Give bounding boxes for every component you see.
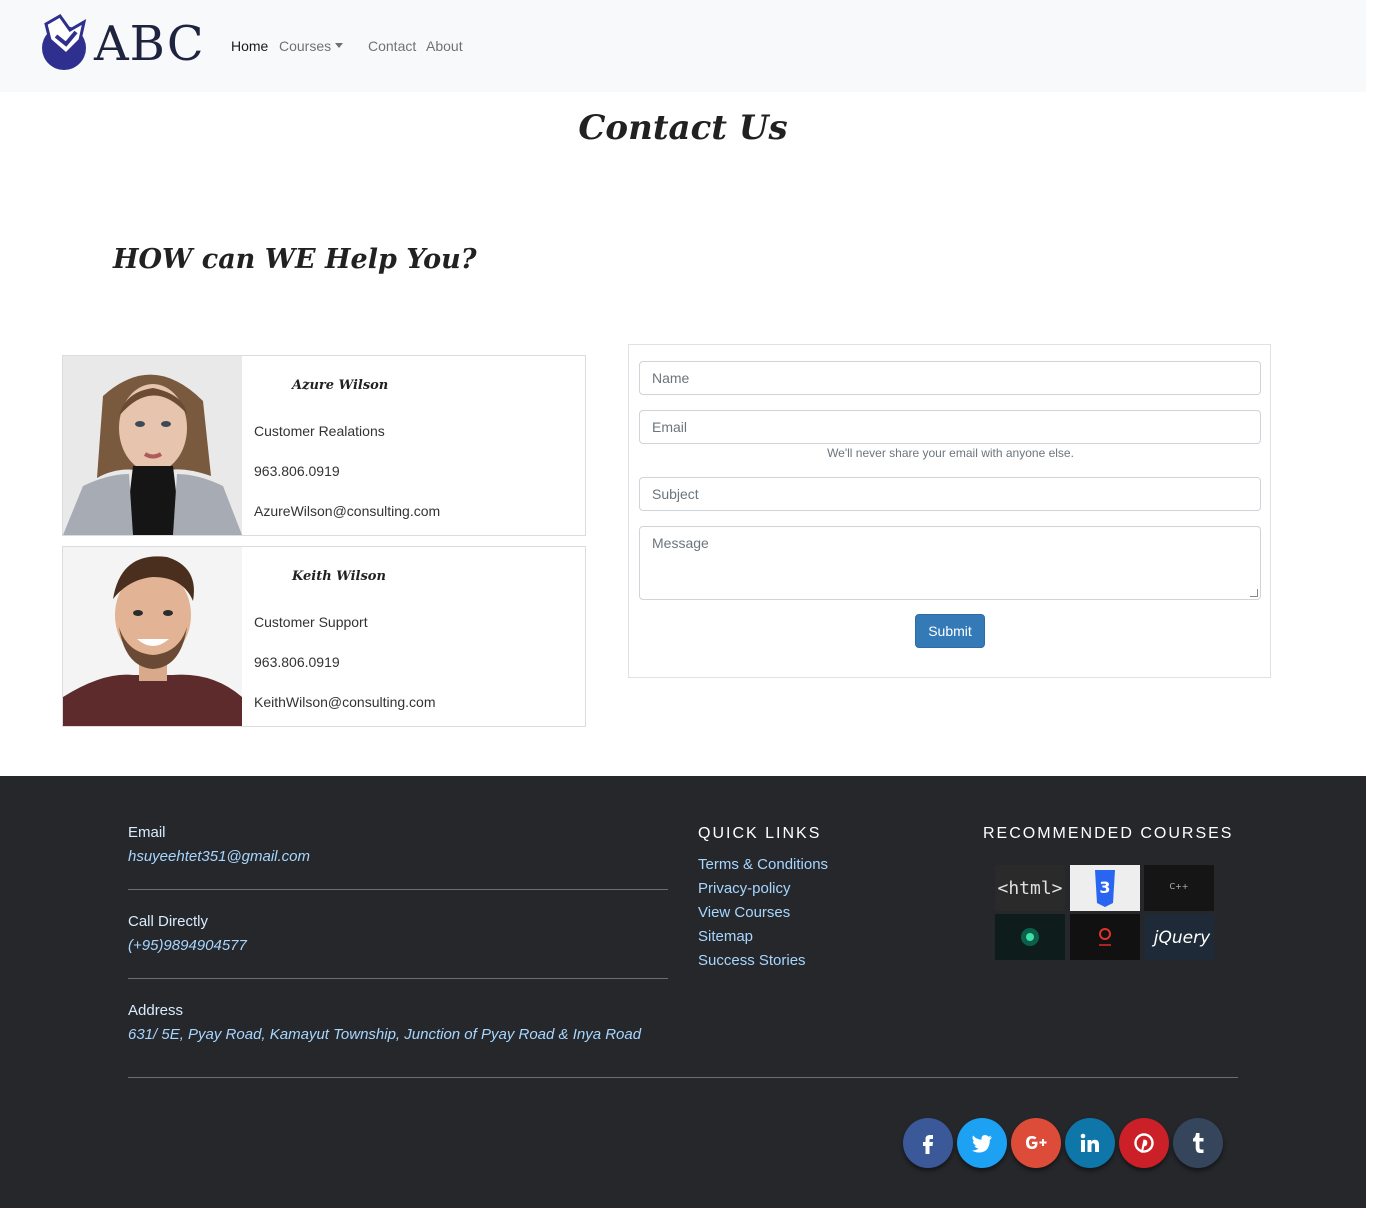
pinterest-icon bbox=[1134, 1133, 1154, 1153]
footer-email-label: Email bbox=[128, 824, 166, 841]
recommended-courses-heading: RECOMMENDED COURSES bbox=[983, 825, 1234, 842]
facebook-button[interactable] bbox=[903, 1118, 953, 1168]
contact-email: AzureWilson@consulting.com bbox=[254, 503, 441, 519]
site-logo[interactable]: ABC bbox=[40, 14, 204, 72]
google-plus-button[interactable] bbox=[1011, 1118, 1061, 1168]
quick-link-terms[interactable]: Terms & Conditions bbox=[698, 856, 828, 873]
keith-photo bbox=[63, 547, 242, 726]
nav-courses-dropdown[interactable]: Courses bbox=[279, 38, 344, 54]
contact-role: Customer Support bbox=[254, 614, 368, 630]
footer-call-label: Call Directly bbox=[128, 913, 209, 930]
contact-role: Customer Realations bbox=[254, 423, 385, 439]
footer-email-link[interactable]: hsuyeehtet351@gmail.com bbox=[128, 848, 310, 865]
html-course-thumbnail[interactable]: <html> bbox=[995, 865, 1065, 911]
footer-address: 631/ 5E, Pyay Road, Kamayut Township, Ju… bbox=[128, 1026, 642, 1043]
css3-course-thumbnail[interactable]: 3 bbox=[1070, 865, 1140, 911]
footer-address-label: Address bbox=[128, 1002, 184, 1019]
contact-phone: 963.806.0919 bbox=[254, 654, 340, 670]
contact-card-keith: Keith Wilson Customer Support 963.806.09… bbox=[62, 546, 586, 727]
nav-home[interactable]: Home bbox=[231, 38, 268, 54]
name-input[interactable]: Name bbox=[639, 361, 1261, 395]
tumblr-button[interactable] bbox=[1173, 1118, 1223, 1168]
help-heading: HOW can WE Help You? bbox=[113, 244, 477, 275]
tumblr-icon bbox=[1193, 1133, 1204, 1153]
contact-form: Name Email We'll never share your email … bbox=[628, 344, 1271, 678]
linkedin-button[interactable] bbox=[1065, 1118, 1115, 1168]
chevron-down-icon bbox=[335, 43, 344, 48]
thumb-label: <html> bbox=[997, 878, 1062, 899]
contact-name: Azure Wilson bbox=[292, 378, 389, 393]
email-help-text: We'll never share your email with anyone… bbox=[827, 446, 1074, 460]
subject-input[interactable]: Subject bbox=[639, 477, 1261, 511]
resize-handle-icon[interactable] bbox=[1250, 589, 1258, 597]
logo-shield-icon bbox=[42, 14, 87, 70]
nav-about[interactable]: About bbox=[426, 38, 463, 54]
pinterest-button[interactable] bbox=[1119, 1118, 1169, 1168]
quick-link-privacy[interactable]: Privacy-policy bbox=[698, 880, 791, 897]
divider bbox=[128, 889, 668, 890]
message-textarea[interactable]: Message bbox=[639, 526, 1261, 600]
footer-phone-link[interactable]: (+95)9894904577 bbox=[128, 937, 247, 954]
page-title: Contact Us bbox=[578, 108, 788, 148]
facebook-icon bbox=[923, 1135, 933, 1154]
nav-courses-label: Courses bbox=[279, 38, 332, 54]
message-placeholder: Message bbox=[652, 535, 709, 551]
quick-link-success-stories[interactable]: Success Stories bbox=[698, 952, 806, 969]
logo-text: ABC bbox=[94, 16, 205, 72]
red-logo-course-thumbnail[interactable] bbox=[1070, 914, 1140, 960]
cpp-course-thumbnail[interactable]: C++ bbox=[1144, 865, 1214, 911]
divider bbox=[128, 978, 668, 979]
divider bbox=[128, 1077, 1238, 1078]
contact-card-azure: Azure Wilson Customer Realations 963.806… bbox=[62, 355, 586, 536]
contact-name: Keith Wilson bbox=[292, 569, 386, 584]
google-plus-icon bbox=[1026, 1136, 1047, 1149]
css3-icon: 3 bbox=[1099, 878, 1110, 897]
quick-links-heading: QUICK LINKS bbox=[698, 825, 822, 842]
contact-email: KeithWilson@consulting.com bbox=[254, 694, 436, 710]
thumb-label: jQuery bbox=[1152, 928, 1211, 948]
nav-contact[interactable]: Contact bbox=[368, 38, 416, 54]
footer: Email hsuyeehtet351@gmail.com Call Direc… bbox=[0, 776, 1366, 1208]
quick-link-view-courses[interactable]: View Courses bbox=[698, 904, 790, 921]
thumb-label: C++ bbox=[1170, 882, 1189, 891]
green-glow-course-thumbnail[interactable] bbox=[995, 914, 1065, 960]
jquery-course-thumbnail[interactable]: jQuery bbox=[1144, 914, 1214, 960]
email-input[interactable]: Email bbox=[639, 410, 1261, 444]
twitter-icon bbox=[972, 1135, 992, 1153]
submit-button[interactable]: Submit bbox=[915, 614, 985, 648]
linkedin-icon bbox=[1080, 1133, 1099, 1152]
azure-photo bbox=[63, 356, 242, 535]
contact-phone: 963.806.0919 bbox=[254, 463, 340, 479]
quick-link-sitemap[interactable]: Sitemap bbox=[698, 928, 753, 945]
navbar: ABC Home Courses Contact About bbox=[0, 0, 1366, 92]
twitter-button[interactable] bbox=[957, 1118, 1007, 1168]
